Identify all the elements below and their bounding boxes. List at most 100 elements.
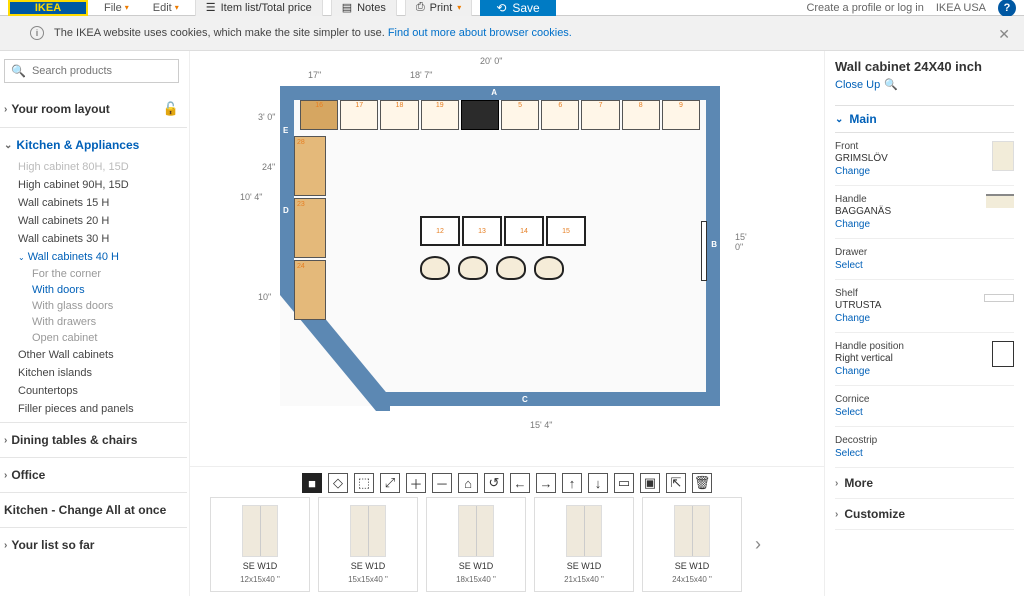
close-icon[interactable]: ✕ [998,26,1010,43]
home-icon[interactable]: ⌂ [458,473,478,493]
cabinet[interactable]: 7 [581,100,619,130]
list-icon: ☰ [206,1,216,14]
cabinet[interactable]: 18 [380,100,418,130]
edit-menu[interactable]: Edit▾ [145,0,187,18]
closeup-link[interactable]: Close Up 🔍 [835,78,1014,91]
floorplan-canvas[interactable]: 20' 0" 17" 18' 7" 3' 0" 24" 10' 4" 10" 1… [210,57,804,466]
change-link[interactable]: Change [835,366,992,377]
select-link[interactable]: Select [835,260,1014,271]
side-subitem[interactable]: With drawers [18,314,183,330]
side-subitem[interactable]: Open cabinet [18,330,183,346]
create-profile-link[interactable]: Create a profile or log in [806,2,923,14]
view-cube-icon[interactable]: ⬚ [354,473,374,493]
product-card[interactable]: SE W1D21x15x40 " [534,497,634,592]
side-subitem-with-doors[interactable]: With doors [18,282,183,298]
cabinet[interactable]: 24 [294,260,326,320]
section-office[interactable]: ›Office [0,462,183,488]
zoom-fit-icon[interactable]: ⤢ [380,473,400,493]
ikea-logo[interactable]: IKEA [8,0,88,16]
cabinet[interactable]: 17 [340,100,378,130]
ruler-icon[interactable]: ▭ [614,473,634,493]
side-item[interactable]: Kitchen islands [18,364,183,382]
help-icon[interactable]: ? [998,0,1016,17]
camera-icon[interactable]: ▣ [640,473,660,493]
side-subitem[interactable]: With glass doors [18,298,183,314]
cabinet-appliance[interactable] [461,100,499,130]
arrow-left-icon[interactable]: ← [510,473,530,493]
arrow-right-icon[interactable]: → [536,473,556,493]
arrow-up-icon[interactable]: ↑ [562,473,582,493]
stool[interactable] [496,256,526,280]
island-unit[interactable]: 13 [462,216,502,246]
export-icon[interactable]: ⇱ [666,473,686,493]
island-unit[interactable]: 15 [546,216,586,246]
cookie-link[interactable]: Find out more about browser cookies. [388,27,572,39]
rp-section-customize[interactable]: ›Customize [835,499,1014,530]
product-card[interactable]: SE W1D12x15x40 " [210,497,310,592]
cabinet[interactable]: 19 [421,100,459,130]
dim-bottom: 15' 4" [530,420,552,430]
side-item[interactable]: Other Wall cabinets [18,346,183,364]
rp-section-main[interactable]: ⌄Main [835,105,1014,133]
dim-right: 15' 0" [735,232,747,252]
rp-section-more[interactable]: ›More [835,468,1014,499]
search-wrap[interactable]: 🔍 [4,59,179,83]
side-item-wall-40[interactable]: ⌄Wall cabinets 40 H [18,248,183,266]
view-2d-icon[interactable]: ■ [302,473,322,493]
dim-top: 20' 0" [480,56,502,66]
side-item[interactable]: Wall cabinets 20 H [18,212,183,230]
cabinet-selected[interactable]: 28 [294,136,326,196]
section-list-so-far[interactable]: ›Your list so far [0,532,183,558]
rp-item-drawer: DrawerSelect [835,239,1014,280]
island-unit[interactable]: 14 [504,216,544,246]
section-kitchen-appliances[interactable]: ⌄ Kitchen & Appliances [0,132,183,158]
side-item[interactable]: Filler pieces and panels [18,400,183,418]
section-your-room-layout[interactable]: › Your room layout 🔓 [0,95,183,123]
product-card[interactable]: SE W1D15x15x40 " [318,497,418,592]
side-item[interactable]: High cabinet 90H, 15D [18,176,183,194]
rp-item-cornice: CorniceSelect [835,386,1014,427]
product-card[interactable]: SE W1D24x15x40 " [642,497,742,592]
stool[interactable] [534,256,564,280]
chevron-right-icon: › [835,478,838,489]
pos-swatch-icon [992,341,1014,367]
trash-icon[interactable]: 🗑 [692,473,712,493]
side-item[interactable]: High cabinet 80H, 15D [18,158,183,176]
select-link[interactable]: Select [835,448,1014,459]
undo-icon[interactable]: ↺ [484,473,504,493]
magnifier-icon: 🔍 [884,78,898,91]
product-card[interactable]: SE W1D18x15x40 " [426,497,526,592]
section-change-all[interactable]: Kitchen - Change All at once [0,497,183,523]
cabinet[interactable]: 6 [541,100,579,130]
view-3d-icon[interactable]: ◇ [328,473,348,493]
cabinet[interactable]: 8 [622,100,660,130]
cabinet[interactable]: 23 [294,198,326,258]
chevron-down-icon: ▾ [457,3,461,12]
cabinet[interactable]: 9 [662,100,700,130]
change-link[interactable]: Change [835,313,984,324]
rp-item-decostrip: DecostripSelect [835,427,1014,468]
search-input[interactable] [32,65,174,77]
section-dining[interactable]: ›Dining tables & chairs [0,427,183,453]
island-unit[interactable]: 12 [420,216,460,246]
chevron-down-icon: ⌄ [835,114,843,125]
cabinet[interactable]: 16 [300,100,338,130]
change-link[interactable]: Change [835,166,992,177]
side-item[interactable]: Countertops [18,382,183,400]
change-link[interactable]: Change [835,219,986,230]
cabinet[interactable]: 5 [501,100,539,130]
zoom-out-icon[interactable]: － [432,473,452,493]
side-item[interactable]: Wall cabinets 30 H [18,230,183,248]
side-subitem[interactable]: For the corner [18,266,183,282]
side-item[interactable]: Wall cabinets 15 H [18,194,183,212]
front-swatch-icon [992,141,1014,171]
stool[interactable] [420,256,450,280]
country-link[interactable]: IKEA USA [936,2,986,14]
door[interactable] [701,221,707,281]
file-menu[interactable]: File▾ [96,0,137,18]
stool[interactable] [458,256,488,280]
arrow-down-icon[interactable]: ↓ [588,473,608,493]
zoom-in-icon[interactable]: ＋ [406,473,426,493]
strip-next-icon[interactable]: › [750,525,766,565]
select-link[interactable]: Select [835,407,1014,418]
